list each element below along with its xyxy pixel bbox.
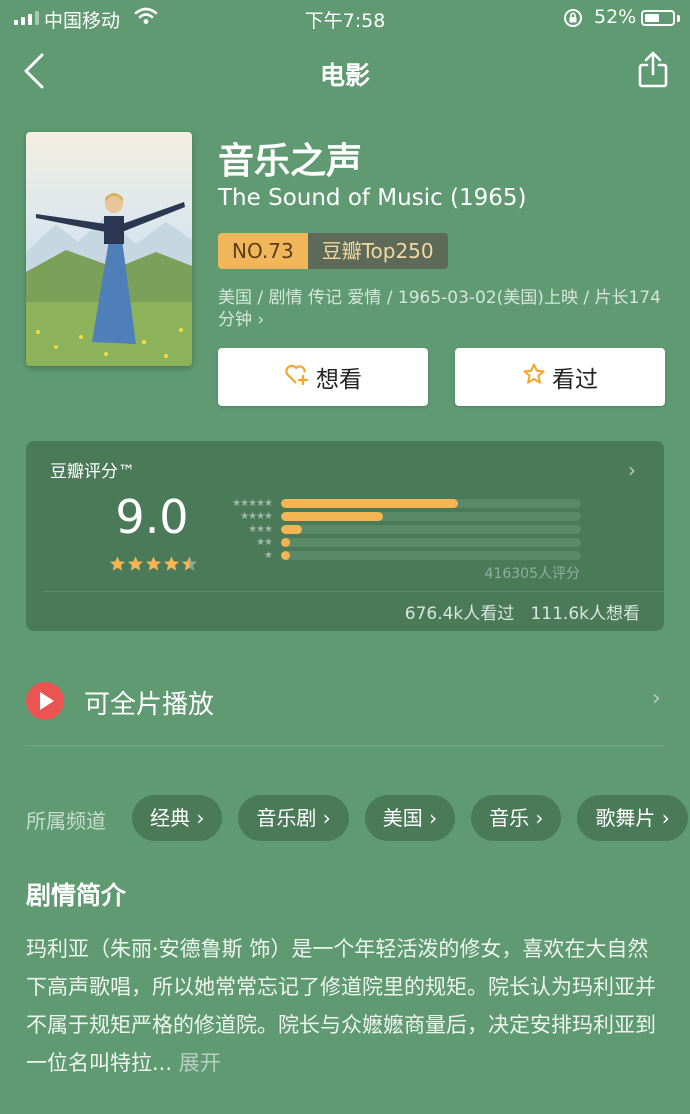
seen-label: 看过 bbox=[552, 367, 598, 393]
rating-bar-track bbox=[281, 551, 581, 560]
channel-tag[interactable]: 音乐剧 › bbox=[238, 795, 349, 841]
rating-bar-track bbox=[281, 525, 581, 534]
rating-bar-stars: ★★ bbox=[256, 537, 273, 548]
rating-count: 416305人评分 bbox=[484, 566, 580, 582]
play-full-label[interactable]: 可全片播放 bbox=[84, 684, 214, 721]
channel-tags: 经典 › 音乐剧 › 美国 › 音乐 › 歌舞片 › bbox=[132, 795, 688, 841]
movie-title-cn: 音乐之声 bbox=[218, 141, 363, 182]
star-icon bbox=[109, 555, 126, 576]
rotation-lock-icon bbox=[562, 7, 584, 34]
rating-score: 9.0 bbox=[115, 490, 189, 544]
rating-bar-fill bbox=[281, 512, 383, 521]
rating-bar-stars: ★ bbox=[264, 550, 273, 561]
want-count: 111.6k人想看 bbox=[530, 604, 640, 624]
rating-bar-row: ★★★★★ bbox=[214, 497, 581, 510]
want-to-watch-button[interactable]: 想看 bbox=[218, 348, 428, 406]
channel-tag[interactable]: 经典 › bbox=[132, 795, 223, 841]
rating-bar-row: ★★ bbox=[214, 536, 581, 549]
rating-bar-track bbox=[281, 538, 581, 547]
channel-tag[interactable]: 美国 › bbox=[364, 795, 456, 841]
synopsis-body: 玛利亚（朱丽·安德鲁斯 饰）是一个年轻活泼的修女，喜欢在大自然下高声歌唱，所以她… bbox=[26, 937, 656, 1075]
channel-tag[interactable]: 歌舞片 › bbox=[577, 795, 688, 841]
star-icon bbox=[163, 555, 180, 576]
watched-button[interactable]: 看过 bbox=[455, 348, 665, 406]
chevron-right-icon[interactable]: › bbox=[628, 458, 636, 482]
divider bbox=[44, 591, 664, 592]
rating-bar-fill bbox=[281, 525, 302, 534]
watch-stats: 676.4k人看过 111.6k人想看 bbox=[300, 599, 640, 624]
rank-list-name: 豆瓣Top250 bbox=[307, 233, 448, 269]
page-title: 电影 bbox=[319, 61, 370, 90]
rating-bar-fill bbox=[281, 538, 290, 547]
star-icon bbox=[127, 555, 144, 576]
star-outline-icon bbox=[522, 362, 546, 392]
rating-bar-fill bbox=[281, 499, 458, 508]
star-icon bbox=[145, 555, 162, 576]
movie-title-en: The Sound of Music (1965) bbox=[218, 185, 527, 211]
watched-count: 676.4k人看过 bbox=[404, 604, 515, 624]
rating-bar-track bbox=[281, 512, 581, 521]
rating-bar-stars: ★★★★ bbox=[240, 511, 273, 522]
rating-bar-row: ★★★ bbox=[214, 523, 581, 536]
rating-bar-track bbox=[281, 499, 581, 508]
play-triangle bbox=[40, 692, 54, 710]
status-bar: 中国移动 下午7:58 52% bbox=[0, 0, 690, 36]
rating-bar-row: ★★★★ bbox=[214, 510, 581, 523]
share-icon[interactable] bbox=[636, 50, 670, 94]
rating-stars bbox=[109, 555, 198, 576]
chevron-right-icon[interactable]: › bbox=[652, 686, 661, 711]
movie-poster[interactable] bbox=[26, 132, 192, 366]
rating-card-title: 豆瓣评分™ bbox=[50, 462, 135, 482]
rating-bar-row: ★ bbox=[214, 549, 581, 562]
rating-bar-stars: ★★★★★ bbox=[232, 498, 273, 509]
divider bbox=[26, 745, 664, 746]
want-label: 想看 bbox=[316, 367, 362, 393]
synopsis-text: 玛利亚（朱丽·安德鲁斯 饰）是一个年轻活泼的修女，喜欢在大自然下高声歌唱，所以她… bbox=[26, 930, 666, 1082]
star-icon bbox=[181, 555, 198, 576]
heart-plus-icon bbox=[284, 362, 310, 392]
rating-bar-fill bbox=[281, 551, 290, 560]
synopsis-title: 剧情简介 bbox=[26, 881, 127, 910]
rating-bar-stars: ★★★ bbox=[248, 524, 273, 535]
channel-tag[interactable]: 音乐 › bbox=[471, 795, 562, 841]
movie-meta[interactable]: 美国 / 剧情 传记 爱情 / 1965-03-02(美国)上映 / 片长174… bbox=[218, 287, 668, 331]
battery-tip bbox=[677, 15, 680, 22]
rank-number: NO.73 bbox=[218, 233, 308, 269]
battery-percent: 52% bbox=[594, 6, 637, 28]
top250-badge[interactable]: NO.73 豆瓣Top250 bbox=[218, 233, 448, 269]
battery-icon bbox=[641, 10, 675, 26]
status-time: 下午7:58 bbox=[304, 10, 386, 32]
channels-label: 所属频道 bbox=[26, 809, 106, 833]
expand-link[interactable]: 展开 bbox=[179, 1051, 221, 1075]
